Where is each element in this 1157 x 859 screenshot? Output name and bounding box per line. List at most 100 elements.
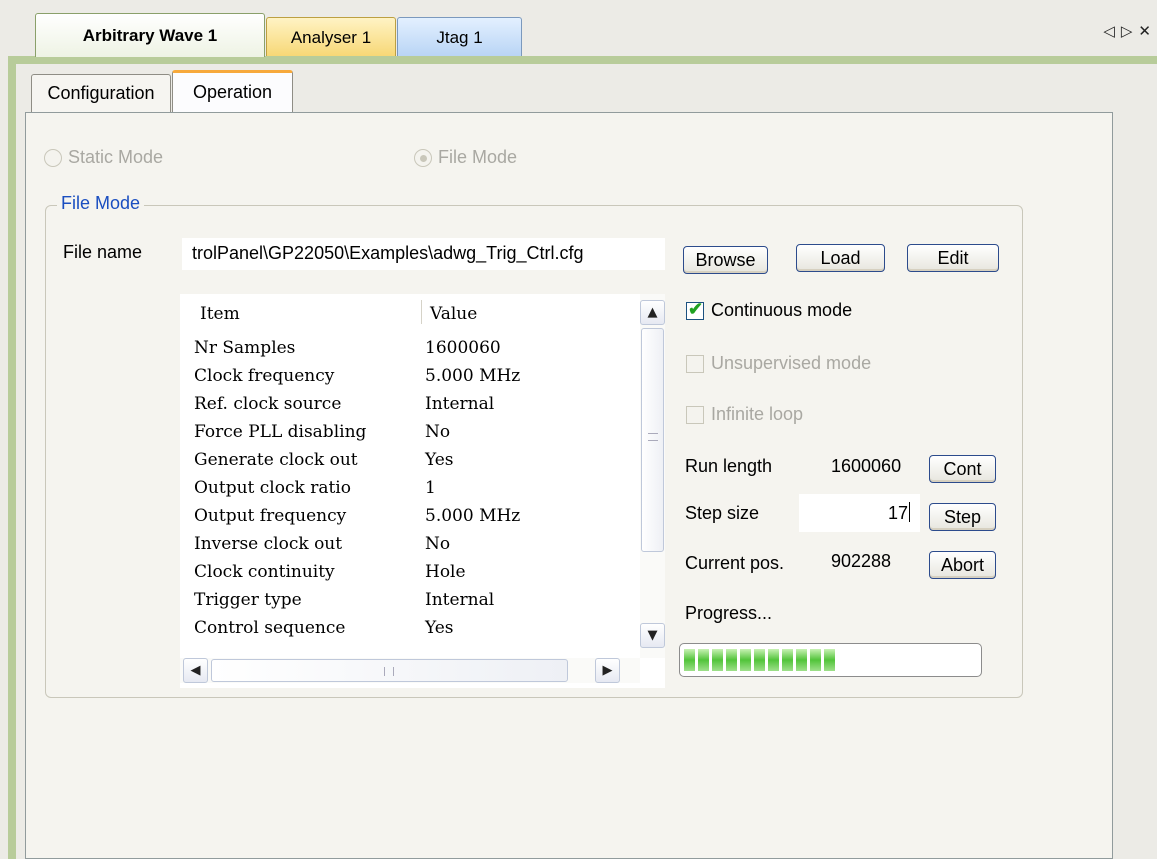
item-value: 5.000 MHz	[425, 366, 521, 386]
edit-button[interactable]: Edit	[907, 244, 999, 272]
item-value: Yes	[425, 450, 454, 470]
item-value: 1600060	[425, 338, 501, 358]
file-name-field[interactable]: trolPanel\GP22050\Examples\adwg_Trig_Ctr…	[182, 238, 665, 270]
vertical-scroll-thumb[interactable]	[641, 328, 664, 552]
item-name: Generate clock out	[194, 450, 358, 470]
progress-segment	[698, 649, 709, 671]
tab-label: Jtag 1	[436, 27, 483, 47]
list-item[interactable]: Clock frequency 5.000 MHz	[180, 366, 640, 394]
grip-icon	[384, 667, 394, 676]
load-button[interactable]: Load	[796, 244, 885, 272]
load-label: Load	[820, 247, 861, 268]
infinite-loop-label: Infinite loop	[711, 404, 804, 424]
abort-label: Abort	[940, 554, 985, 575]
list-item[interactable]: Ref. clock source Internal	[180, 394, 640, 422]
parameter-list[interactable]: Item Value Nr Samples 1600060 Clock frequ…	[180, 294, 665, 688]
list-item[interactable]: Inverse clock out No	[180, 534, 640, 562]
column-header-item[interactable]: Item	[200, 304, 240, 324]
list-item[interactable]: Output frequency 5.000 MHz	[180, 506, 640, 534]
list-header: Item Value	[180, 294, 640, 330]
item-value: 5.000 MHz	[425, 506, 521, 526]
progress-label: Progress...	[685, 603, 773, 623]
progress-segment	[824, 649, 835, 671]
progress-segment	[726, 649, 737, 671]
progress-segment	[712, 649, 723, 671]
step-size-input[interactable]: 17	[799, 494, 920, 532]
browse-label: Browse	[695, 249, 756, 270]
item-name: Inverse clock out	[194, 534, 343, 554]
tab-configuration[interactable]: Configuration	[31, 74, 171, 112]
list-item[interactable]: Generate clock out Yes	[180, 450, 640, 478]
progress-segment	[684, 649, 695, 671]
tab-label: Operation	[192, 82, 273, 102]
continuous-mode-checkbox[interactable]: ✔ Continuous mode	[686, 299, 853, 321]
item-value: 1	[425, 478, 436, 498]
cont-button[interactable]: Cont	[929, 455, 996, 483]
horizontal-scroll-thumb[interactable]	[211, 659, 568, 682]
item-value: Internal	[425, 590, 495, 610]
close-icon[interactable]: ✕	[1138, 22, 1157, 40]
list-item[interactable]: Clock continuity Hole	[180, 562, 640, 590]
progress-segment	[810, 649, 821, 671]
step-size-value: 17	[887, 503, 908, 523]
continuous-mode-label: Continuous mode	[711, 300, 853, 320]
progress-segment	[754, 649, 765, 671]
item-name: Output clock ratio	[194, 478, 351, 498]
item-name: Output frequency	[194, 506, 347, 526]
run-length-value: 1600060	[831, 456, 902, 476]
abort-button[interactable]: Abort	[929, 551, 996, 579]
item-name: Clock continuity	[194, 562, 335, 582]
scroll-right-arrow-icon[interactable]: ▶	[595, 658, 620, 683]
file-name-label: File name	[63, 242, 143, 262]
list-item[interactable]: Force PLL disabling No	[180, 422, 640, 450]
step-label: Step	[943, 506, 982, 527]
item-value: Internal	[425, 394, 495, 414]
vertical-scrollbar[interactable]: ▲ ▼	[640, 294, 665, 658]
checkbox-icon	[686, 405, 704, 424]
infinite-loop-checkbox[interactable]: Infinite loop	[686, 404, 803, 425]
scroll-left-arrow-icon[interactable]: ◀	[183, 658, 208, 683]
list-item[interactable]: Nr Samples 1600060	[180, 338, 640, 366]
checkbox-icon	[686, 354, 704, 373]
radio-circle-icon	[44, 148, 62, 167]
horizontal-scrollbar[interactable]: ◀ ▶	[180, 658, 640, 683]
item-value: No	[425, 534, 451, 554]
scroll-left-icon[interactable]: ◁	[1103, 22, 1121, 40]
unsupervised-mode-label: Unsupervised mode	[711, 353, 872, 373]
file-mode-label: File Mode	[438, 147, 518, 167]
scroll-down-icon[interactable]: ▼	[640, 623, 665, 648]
tab-arbitrary-wave-1[interactable]: Arbitrary Wave 1	[35, 13, 265, 57]
scroll-right-icon[interactable]: ▷	[1121, 22, 1139, 40]
list-item[interactable]: Control sequence Yes	[180, 618, 640, 646]
column-separator[interactable]	[421, 300, 422, 324]
progress-segment	[796, 649, 807, 671]
browse-button[interactable]: Browse	[683, 246, 768, 274]
text-caret	[909, 502, 910, 522]
scroll-up-icon[interactable]: ▲	[640, 300, 665, 325]
tab-analyser-1[interactable]: Analyser 1	[266, 17, 396, 57]
tab-jtag-1[interactable]: Jtag 1	[397, 17, 522, 57]
tab-operation[interactable]: Operation	[172, 70, 293, 112]
progress-segment	[740, 649, 751, 671]
list-item[interactable]: Output clock ratio 1	[180, 478, 640, 506]
item-name: Clock frequency	[194, 366, 335, 386]
item-name: Trigger type	[194, 590, 302, 610]
tab-label: Analyser 1	[290, 27, 372, 47]
unsupervised-mode-checkbox[interactable]: Unsupervised mode	[686, 353, 871, 374]
grip-icon	[648, 433, 658, 441]
radio-selected-icon	[414, 148, 432, 167]
step-size-label: Step size	[685, 503, 760, 523]
item-name: Ref. clock source	[194, 394, 342, 414]
list-item[interactable]: Trigger type Internal	[180, 590, 640, 618]
file-mode-radio[interactable]: File Mode	[414, 147, 517, 168]
item-value: Yes	[425, 618, 454, 638]
item-value: No	[425, 422, 451, 442]
step-button[interactable]: Step	[929, 503, 996, 531]
column-header-value[interactable]: Value	[430, 304, 477, 324]
tab-navigation: ◁▷✕	[1103, 22, 1157, 40]
progress-segment	[782, 649, 793, 671]
item-name: Force PLL disabling	[194, 422, 367, 442]
progress-segment	[768, 649, 779, 671]
static-mode-radio[interactable]: Static Mode	[44, 147, 163, 168]
static-mode-label: Static Mode	[68, 147, 164, 167]
